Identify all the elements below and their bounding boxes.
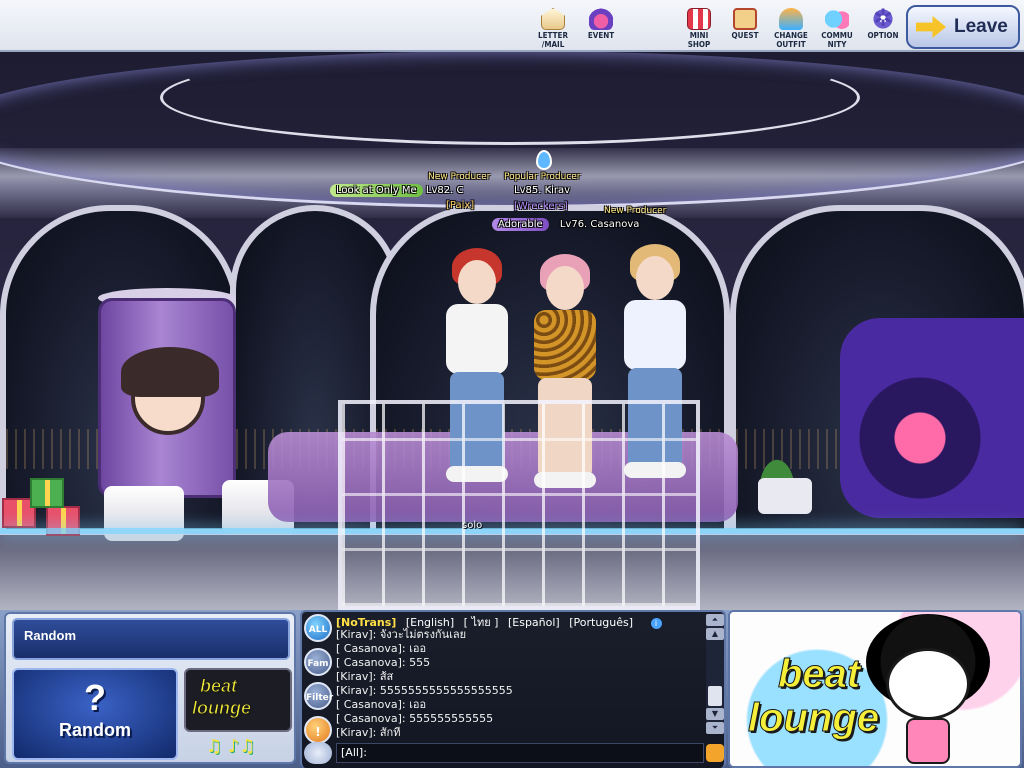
drink-can-decoration [98,298,236,498]
player-2-level-name: Lv85. Kirav [514,185,571,196]
mascot-body [906,718,950,764]
gift-box [30,478,64,508]
chat-input[interactable]: [All]: [336,743,704,763]
avatar-top [624,300,686,370]
language-bar: [NoTrans] [English] [ ไทย ] [Español] [P… [336,613,708,629]
mini-shop-button[interactable]: MINI SHOP [676,8,722,49]
change-outfit-button[interactable]: CHANGE OUTFIT [768,8,814,49]
stage-cage [338,400,700,610]
chat-message: [ Casanova]: 555555555555 [336,712,494,725]
player-1-guild: [Paix] [446,200,475,211]
change-outfit-label: CHANGE OUTFIT [774,31,808,49]
can-character-face [121,347,219,435]
arrow-right-icon [916,16,946,38]
chat-message: [Kirav]: 5555555555555555555 [336,684,513,697]
letter-mail-label: LETTER/MAIL [538,31,568,49]
chat-message: [ Casanova]: 555 [336,656,431,669]
chat-scrollbar[interactable]: ⏶ ▲ ▼ ⏷ [706,614,724,734]
logo-word-beat: beat [199,676,238,697]
avatar-head [636,256,674,300]
emoticon-icon[interactable] [706,744,724,762]
speech-bubble-icon[interactable] [304,742,332,764]
letter-mail-icon [541,8,565,30]
quest-button[interactable]: QUEST [722,8,768,40]
quest-label: QUEST [731,31,759,40]
mascot-face [886,648,970,720]
neon-sign [840,318,1024,518]
chat-tab-fam[interactable]: Fam [304,648,332,676]
player-level-name: Lv76. Casanova [559,219,640,230]
chat-log[interactable]: [Kirav]: จังวะไม่ตรงกันเลย [ Casanova]: … [336,628,704,742]
info-icon[interactable]: i [650,617,662,629]
chat-panel: ALL Fam Filter ! [NoTrans] [English] [ ไ… [300,610,726,768]
change-outfit-icon [779,8,803,30]
chat-message: [Kirav]: ส้ส [336,670,394,683]
ceiling-light-ring [160,50,860,145]
logo-word-lounge: lounge [192,698,252,719]
event-mask-icon [589,8,613,30]
player-badge: Look at Only Me [330,184,423,197]
mode-logo[interactable]: beat lounge [184,668,292,732]
letter-mail-button[interactable]: LETTER/MAIL [530,8,576,49]
avatar-top [446,304,508,374]
player-3-nameplate: New Producer [604,206,666,216]
question-mark-icon: ? [84,677,106,718]
community-button[interactable]: COMMU NITY [814,8,860,49]
avatar-top [534,310,596,380]
scroll-up-icon[interactable]: ▲ [706,628,724,640]
location-marker-icon [536,150,552,170]
banner-word-lounge: lounge [747,696,880,741]
scroll-down-icon[interactable]: ▼ [706,708,724,720]
leave-button[interactable]: Leave [906,5,1020,49]
community-icon [825,8,849,30]
top-toolbar: LETTER/MAIL EVENT MINI SHOP QUEST CHANGE O… [0,0,1024,52]
leave-label: Leave [954,16,1008,37]
community-label: COMMU NITY [821,31,853,49]
option-button[interactable]: OPTION [860,4,906,40]
chat-message: [Kirav]: จังวะไม่ตรงกันเลย [336,628,467,641]
chat-input-row: [All]: [304,742,724,766]
player-1-nameplate: New Producer [428,172,490,182]
solo-tag: solo [462,520,483,531]
player-title: New Producer [604,206,667,216]
avatar-head [458,260,496,304]
banner-word-beat: beat [777,652,861,697]
scroll-bottom-icon[interactable]: ⏷ [706,722,724,734]
chat-message: [ Casanova]: เออ [336,698,427,711]
gear-icon [871,4,895,32]
song-panel: Random ? Random beat lounge ♫ ♪♫ [4,612,296,764]
avatar-head [546,266,584,310]
scroll-top-icon[interactable]: ⏶ [706,614,724,626]
chat-tab-column: ALL Fam Filter ! [304,614,334,750]
chat-tab-all[interactable]: ALL [304,614,332,642]
player-badge: Adorable [492,218,549,231]
mini-shop-icon [687,8,711,30]
song-title[interactable]: Random [12,618,290,660]
chat-message: [ Casanova]: เออ [336,642,427,655]
event-button[interactable]: EVENT [578,8,624,40]
option-label: OPTION [867,31,899,40]
player-title: New Producer [428,172,491,182]
mascot-character [866,614,990,764]
random-song-button[interactable]: ? Random [12,668,178,760]
music-notes-icon: ♫ ♪♫ [206,736,256,757]
random-label: Random [59,720,131,740]
player-title: Popular Producer [504,172,581,182]
mini-shop-label: MINI SHOP [687,31,711,49]
scrollbar-thumb[interactable] [708,686,722,706]
chat-message: [Kirav]: สักที [336,726,401,739]
bottom-hud: Random ? Random beat lounge ♫ ♪♫ ALL Fam… [0,610,1024,768]
event-label: EVENT [587,31,615,40]
chat-tab-filter[interactable]: Filter [304,682,333,710]
plant-pot [758,478,812,514]
player-level-name: Lv82. C [425,185,464,196]
quest-scroll-icon [733,8,757,30]
mode-banner: beat lounge [728,610,1022,768]
player-2-nameplate: Popular Producer [504,172,581,182]
player-3-nameplate-row: Adorable Lv76. Casanova [492,218,639,231]
chat-warning-button[interactable]: ! [304,716,332,744]
player-1-nameplate-row: Look at Only Me Lv82. C [330,184,463,197]
player-2-guild: [Wreckers] [514,201,568,212]
